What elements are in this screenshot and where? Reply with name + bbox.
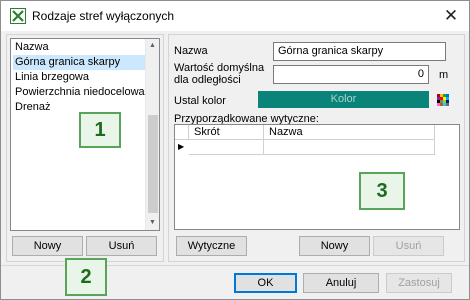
close-icon[interactable]: ✕	[437, 4, 465, 28]
grid-header-shortcut[interactable]: Skrót	[189, 125, 264, 140]
distance-field[interactable]: 0	[273, 65, 429, 84]
delete-guideline-button[interactable]: Usuń	[373, 236, 444, 256]
palette-icon[interactable]	[437, 94, 449, 106]
distance-unit: m	[439, 69, 449, 81]
guidelines-grid[interactable]: Skrót Nazwa ▶	[174, 124, 460, 230]
name-label: Nazwa	[174, 45, 208, 57]
badge-one: 1	[79, 112, 121, 148]
scroll-down-icon[interactable]: ▼	[146, 216, 159, 230]
grid-corner	[175, 125, 189, 140]
color-button[interactable]: Kolor	[258, 91, 429, 108]
window-title: Rodzaje stref wyłączonych	[32, 9, 175, 23]
zones-dialog: Rodzaje stref wyłączonych ✕ Nazwa Górna …	[0, 0, 470, 300]
name-field[interactable]: Górna granica skarpy	[273, 42, 446, 61]
scroll-thumb[interactable]	[148, 115, 158, 213]
list-item[interactable]: Linia brzegowa	[13, 70, 147, 85]
badge-three: 3	[359, 172, 405, 210]
distance-label-line2: dla odległości	[174, 74, 241, 86]
zone-list-scrollbar[interactable]: ▲ ▼	[145, 39, 159, 230]
guidelines-button[interactable]: Wytyczne	[176, 236, 247, 256]
grid-cell-shortcut[interactable]	[189, 140, 264, 155]
list-item[interactable]: Górna granica skarpy	[13, 55, 147, 70]
grid-cell-name[interactable]	[264, 140, 435, 155]
app-icon	[10, 8, 26, 24]
new-guideline-button[interactable]: Nowy	[299, 236, 370, 256]
scroll-up-icon[interactable]: ▲	[146, 39, 159, 53]
list-item[interactable]: Powierzchnia niedocelowa	[13, 85, 147, 100]
distance-label-line1: Wartość domyślna	[174, 62, 265, 74]
color-label: Ustal kolor	[174, 95, 226, 107]
delete-zone-button[interactable]: Usuń	[86, 236, 157, 256]
apply-button[interactable]: Zastosuj	[386, 273, 452, 293]
zone-list-panel: Nazwa Górna granica skarpy Linia brzegow…	[6, 34, 164, 262]
title-bar[interactable]: Rodzaje stref wyłączonych ✕	[1, 1, 469, 31]
current-row-icon: ▶	[178, 142, 185, 151]
zone-details-panel: Nazwa Górna granica skarpy Wartość domyś…	[168, 34, 465, 262]
zone-list-header: Nazwa	[15, 41, 49, 53]
new-zone-button[interactable]: Nowy	[12, 236, 83, 256]
grid-header-name[interactable]: Nazwa	[264, 125, 435, 140]
badge-two: 2	[65, 258, 107, 296]
cancel-button[interactable]: Anuluj	[303, 273, 379, 293]
ok-button[interactable]: OK	[234, 273, 297, 293]
